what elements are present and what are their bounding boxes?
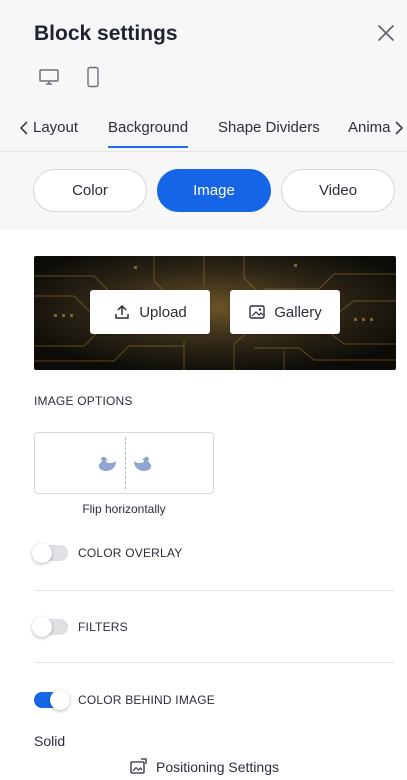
gallery-icon xyxy=(249,305,265,319)
image-position-icon xyxy=(130,758,147,774)
device-switcher xyxy=(34,64,108,90)
gallery-label: Gallery xyxy=(274,303,322,321)
flip-horizontally-button[interactable] xyxy=(34,432,214,494)
panel-title: Block settings xyxy=(34,22,178,45)
tab-animation[interactable]: Anima xyxy=(348,119,391,136)
tabs-scroll-right[interactable] xyxy=(391,118,407,138)
upload-icon xyxy=(115,304,129,319)
chevron-right-icon xyxy=(395,121,404,135)
chevron-left-icon xyxy=(19,121,28,135)
color-behind-image-toggle[interactable] xyxy=(34,690,70,710)
upload-label: Upload xyxy=(139,303,187,321)
segment-color[interactable]: Color xyxy=(33,169,147,212)
flip-axis-line xyxy=(125,437,126,489)
divider xyxy=(34,662,395,663)
tabs-scroll-left[interactable] xyxy=(16,118,32,138)
settings-tabs: Layout Background Shape Dividers Anima xyxy=(0,108,407,152)
close-icon xyxy=(378,25,394,41)
close-button[interactable] xyxy=(373,20,399,46)
upload-button[interactable]: Upload xyxy=(90,290,210,334)
color-overlay-toggle[interactable] xyxy=(32,543,68,563)
background-type-selector: Color Image Video xyxy=(33,169,395,212)
toggle-knob xyxy=(32,543,52,563)
color-overlay-row: COLOR OVERLAY xyxy=(32,543,183,563)
filters-toggle[interactable] xyxy=(32,617,68,637)
color-behind-image-label: COLOR BEHIND IMAGE xyxy=(78,693,215,707)
divider xyxy=(34,590,395,591)
duck-right-icon xyxy=(134,456,152,471)
fill-type-label[interactable]: Solid xyxy=(34,733,65,749)
mobile-icon xyxy=(87,66,99,88)
toggle-knob xyxy=(32,617,52,637)
circuit-board-image xyxy=(34,256,396,370)
color-overlay-label: COLOR OVERLAY xyxy=(78,546,183,560)
duck-left-icon xyxy=(98,456,116,471)
positioning-settings-button[interactable]: Positioning Settings xyxy=(0,754,407,780)
desktop-icon xyxy=(39,69,59,85)
filters-label: FILTERS xyxy=(78,620,128,634)
mobile-view-button[interactable] xyxy=(78,64,108,90)
filters-row: FILTERS xyxy=(32,617,128,637)
positioning-settings-label: Positioning Settings xyxy=(156,759,279,775)
tab-shape-dividers[interactable]: Shape Dividers xyxy=(218,119,320,136)
desktop-view-button[interactable] xyxy=(34,64,64,90)
background-image-preview: Upload Gallery xyxy=(34,256,396,370)
segment-video[interactable]: Video xyxy=(281,169,395,212)
gallery-button[interactable]: Gallery xyxy=(230,290,340,334)
image-options-heading: IMAGE OPTIONS xyxy=(34,394,133,408)
color-behind-image-row: COLOR BEHIND IMAGE xyxy=(34,690,215,710)
tab-layout[interactable]: Layout xyxy=(33,119,78,136)
toggle-knob xyxy=(50,690,70,710)
segment-image[interactable]: Image xyxy=(157,169,271,212)
flip-caption: Flip horizontally xyxy=(82,502,166,516)
tab-background[interactable]: Background xyxy=(108,119,189,148)
